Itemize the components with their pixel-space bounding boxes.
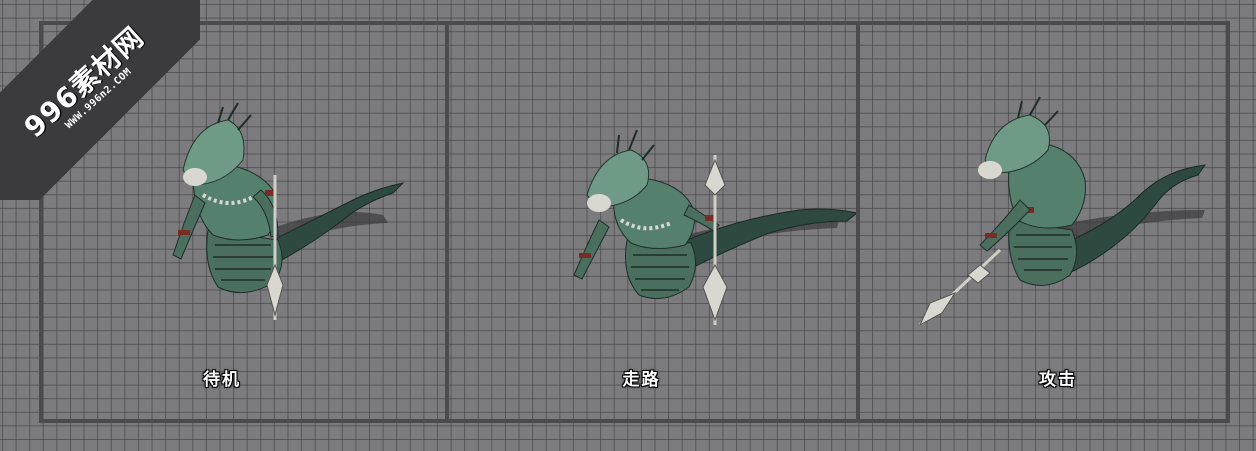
left-arm <box>172 194 206 260</box>
staff-blade <box>919 291 957 325</box>
left-bracer <box>579 253 591 258</box>
frame-label-idle: 待机 <box>203 370 241 390</box>
lower-body <box>1008 219 1077 286</box>
watermark: 996素材网 WWW.996n2.COM <box>0 0 200 200</box>
staff-tip <box>704 158 726 196</box>
staff-ornament <box>967 264 991 284</box>
staff-blade <box>702 263 728 322</box>
left-bracer <box>178 230 190 235</box>
arm-bracer <box>985 233 997 238</box>
skull-mask <box>978 161 1002 179</box>
frame-label-attack: 攻击 <box>1039 370 1077 390</box>
sprite-sheet: 待机 走路 攻击 <box>39 21 1234 423</box>
frame-attack: 攻击 <box>856 21 1230 423</box>
frame-walk: 走路 <box>445 21 860 423</box>
frame-label-walk: 走路 <box>622 370 661 390</box>
left-arm <box>573 219 610 280</box>
naga-walk-sprite <box>573 129 856 325</box>
skull-mask <box>587 194 611 212</box>
naga-attack-sprite <box>918 96 1207 325</box>
